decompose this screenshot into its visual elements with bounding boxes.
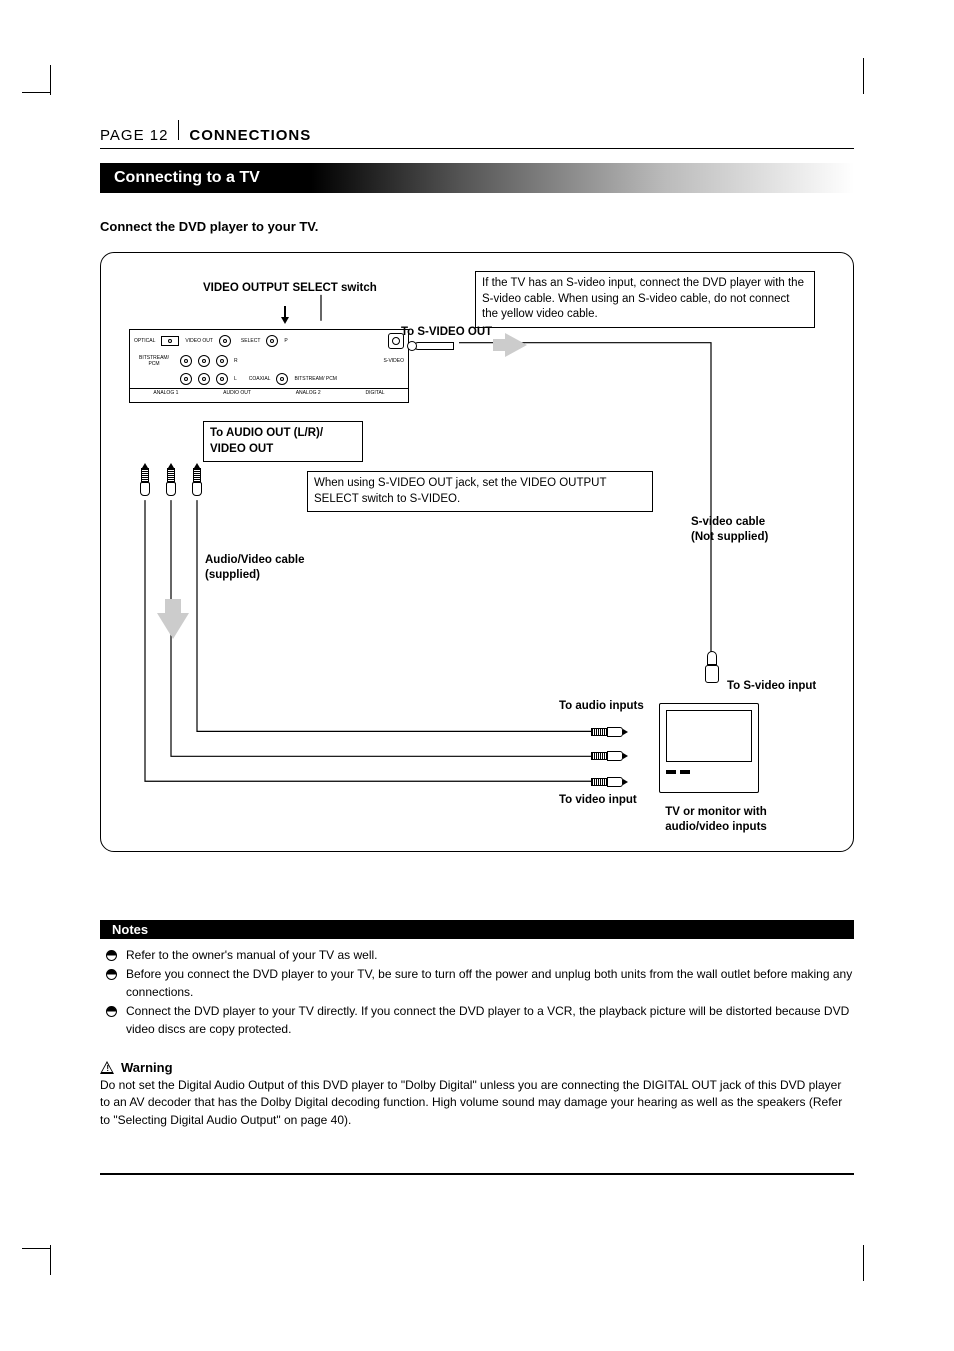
av-cable-label: Audio/Video cable (supplied) — [205, 553, 304, 583]
section-heading-band: Connecting to a TV — [100, 163, 854, 193]
svideo-jack-icon — [388, 333, 404, 349]
panel-digital-label: DIGITAL — [365, 390, 384, 396]
audio-jack-icon — [180, 373, 192, 385]
to-svideo-input-label: To S-video input — [727, 679, 816, 694]
crop-mark — [863, 1245, 864, 1281]
note-item: Connect the DVD player to your TV direct… — [126, 1003, 854, 1038]
svideo-plug-down-icon — [703, 651, 721, 683]
page-header: PAGE 12 CONNECTIONS — [100, 120, 854, 144]
svideo-info-box: If the TV has an S-video input, connect … — [475, 271, 815, 328]
header-divider — [178, 120, 179, 140]
video-output-select-label: VIDEO OUTPUT SELECT switch — [203, 281, 377, 296]
tv-icon — [659, 703, 759, 793]
rca-plug-icon — [139, 463, 151, 496]
rca-plug-right-icon — [591, 727, 628, 737]
crop-mark — [22, 92, 50, 93]
svideo-cable-label: S-video cable (Not supplied) — [691, 515, 768, 545]
audio-jack-icon — [198, 373, 210, 385]
page-number: PAGE 12 — [100, 127, 168, 144]
section-heading: Connecting to a TV — [114, 169, 260, 187]
select-switch-icon — [266, 335, 278, 347]
crop-mark — [22, 1248, 50, 1249]
rca-plug-icon — [191, 463, 203, 496]
warning-heading: ! Warning — [100, 1060, 854, 1075]
coaxial-jack-icon — [276, 373, 288, 385]
panel-bitstream-label-2: BITSTREAM/ PCM — [294, 376, 337, 382]
section-title: CONNECTIONS — [189, 127, 311, 144]
connection-diagram: VIDEO OUTPUT SELECT switch If the TV has… — [100, 252, 854, 852]
panel-r-label: R — [234, 358, 238, 364]
to-audio-inputs-label: To audio inputs — [559, 699, 644, 714]
footer-rule — [100, 1173, 854, 1175]
arrow-down-icon — [281, 317, 289, 324]
arrow-down-icon — [157, 613, 189, 639]
note-item: Before you connect the DVD player to you… — [126, 966, 854, 1001]
panel-p-label: P — [284, 338, 287, 344]
warning-triangle-icon: ! — [100, 1061, 115, 1074]
header-rule — [100, 148, 854, 149]
panel-l-label: L — [234, 376, 237, 382]
note-item: Refer to the owner's manual of your TV a… — [126, 947, 854, 964]
to-video-input-label: To video input — [559, 793, 637, 808]
arrow-right-icon — [505, 333, 527, 357]
panel-select-label: SELECT — [241, 338, 260, 344]
video-out-jack-icon — [219, 335, 231, 347]
audio-jack-icon — [216, 355, 228, 367]
audio-jack-icon — [180, 355, 192, 367]
audio-jack-icon — [216, 373, 228, 385]
to-audio-out-label: To AUDIO OUT (L/R)/ VIDEO OUT — [203, 421, 363, 462]
crop-mark — [863, 58, 864, 94]
notes-heading: Notes — [100, 920, 854, 939]
panel-audio-out-label: AUDIO OUT — [223, 390, 251, 396]
rca-plug-icon — [165, 463, 177, 496]
panel-analog1-label: ANALOG 1 — [153, 390, 178, 396]
panel-bitstream-label: BITSTREAM/ PCM — [134, 355, 174, 367]
tv-label: TV or monitor with audio/video inputs — [641, 805, 791, 835]
rca-plug-right-icon — [591, 777, 628, 787]
notes-heading-text: Notes — [112, 922, 148, 937]
intro-text: Connect the DVD player to your TV. — [100, 219, 854, 234]
crop-mark — [50, 65, 51, 95]
panel-svideo-label: S-VIDEO — [383, 358, 404, 364]
switch-note-box: When using S-VIDEO OUT jack, set the VID… — [307, 471, 653, 512]
audio-jack-icon — [198, 355, 210, 367]
crop-mark — [50, 1245, 51, 1275]
panel-optical-label: OPTICAL — [134, 338, 155, 344]
optical-port-icon — [161, 336, 179, 346]
notes-list: Refer to the owner's manual of your TV a… — [100, 947, 854, 1038]
panel-analog2-label: ANALOG 2 — [296, 390, 321, 396]
rca-plug-right-icon — [591, 751, 628, 761]
dvd-back-panel: OPTICAL VIDEO OUT SELECT P BITSTREAM/ PC… — [129, 329, 409, 403]
panel-coaxial-label: COAXIAL — [249, 376, 271, 382]
panel-video-out-label: VIDEO OUT — [185, 338, 213, 344]
warning-heading-text: Warning — [121, 1060, 173, 1075]
svideo-plug-icon — [407, 337, 457, 355]
warning-body: Do not set the Digital Audio Output of t… — [100, 1077, 854, 1129]
